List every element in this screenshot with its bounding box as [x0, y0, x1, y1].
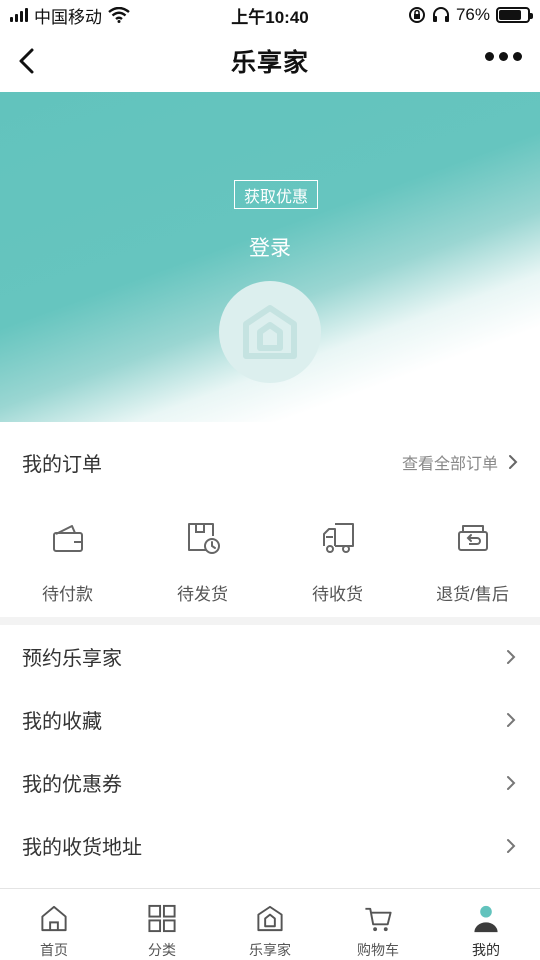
- menu-item-label: 我的收藏: [22, 711, 102, 733]
- battery-icon: [496, 7, 533, 23]
- avatar[interactable]: [219, 281, 321, 383]
- wifi-icon: [108, 7, 130, 23]
- status-bar: 中国移动 上午10:40 76%: [0, 0, 540, 30]
- order-status-grid: 待付款 待发货 待收货 退货/售后: [0, 504, 540, 614]
- house-logo-icon: [243, 305, 297, 359]
- tab-label: 我的: [472, 942, 500, 958]
- tab-lexiangjia[interactable]: 乐享家: [216, 889, 324, 960]
- chevron-right-icon: [507, 649, 516, 664]
- tab-cart[interactable]: 购物车: [324, 889, 432, 960]
- tab-bar: 首页 分类 乐享家 购物车 我的: [0, 888, 540, 960]
- package-clock-icon: [187, 523, 220, 554]
- user-icon: [474, 905, 498, 933]
- cart-icon: [365, 907, 392, 932]
- back-arrow-icon[interactable]: [12, 44, 46, 78]
- order-label: 待收货: [312, 585, 363, 604]
- tab-label: 分类: [148, 942, 176, 958]
- view-all-orders-link[interactable]: 查看全部订单: [402, 450, 518, 474]
- battery-percent: 76%: [455, 5, 490, 24]
- page-title: 乐享家: [230, 49, 309, 77]
- tab-label: 乐享家: [249, 942, 291, 958]
- menu-item-favorites[interactable]: 我的收藏: [0, 688, 540, 751]
- truck-icon: [322, 523, 354, 553]
- chevron-right-icon: [507, 712, 516, 727]
- order-pending-payment[interactable]: 待付款: [0, 504, 135, 614]
- nav-bar: 乐享家: [0, 30, 540, 92]
- tab-category[interactable]: 分类: [108, 889, 216, 960]
- menu-list: 预约乐享家 我的收藏 我的优惠券 我的收货地址: [0, 625, 540, 877]
- order-label: 待付款: [42, 585, 93, 604]
- status-left: 中国移动: [10, 3, 130, 28]
- home-icon: [41, 905, 67, 932]
- rotation-lock-icon: [408, 7, 425, 23]
- tab-label: 购物车: [357, 942, 399, 958]
- order-returns[interactable]: 退货/售后: [405, 504, 540, 614]
- order-label: 退货/售后: [436, 585, 509, 604]
- chevron-right-icon: [509, 455, 518, 469]
- order-pending-shipment[interactable]: 待发货: [135, 504, 270, 614]
- login-link[interactable]: 登录: [0, 232, 540, 262]
- profile-banner: 获取优惠 登录: [0, 92, 540, 422]
- carrier-name: 中国移动: [34, 7, 102, 27]
- grid-icon: [148, 904, 176, 933]
- wallet-icon: [52, 525, 83, 552]
- orders-title: 我的订单: [22, 453, 102, 476]
- tab-label: 首页: [40, 942, 68, 958]
- chevron-right-icon: [507, 838, 516, 853]
- view-all-orders-label: 查看全部订单: [401, 456, 498, 473]
- menu-item-coupons[interactable]: 我的优惠券: [0, 751, 540, 814]
- house-logo-icon: [257, 905, 283, 932]
- return-icon: [457, 525, 488, 551]
- tab-home[interactable]: 首页: [0, 889, 108, 960]
- get-discount-button[interactable]: 获取优惠: [234, 180, 318, 209]
- menu-item-booking[interactable]: 预约乐享家: [0, 625, 540, 688]
- more-options-icon[interactable]: [485, 52, 522, 61]
- chevron-right-icon: [507, 775, 516, 790]
- orders-header: 我的订单 查看全部订单: [0, 432, 540, 492]
- order-pending-receipt[interactable]: 待收货: [270, 504, 405, 614]
- status-right: 76%: [408, 5, 533, 25]
- signal-icon: [10, 8, 28, 22]
- menu-item-addresses[interactable]: 我的收货地址: [0, 814, 540, 877]
- menu-item-label: 我的收货地址: [22, 837, 142, 859]
- section-divider: [0, 617, 540, 625]
- order-label: 待发货: [177, 585, 228, 604]
- headphones-icon: [432, 7, 449, 22]
- menu-item-label: 预约乐享家: [22, 648, 122, 670]
- tab-mine[interactable]: 我的: [432, 889, 540, 960]
- menu-item-label: 我的优惠券: [22, 774, 122, 796]
